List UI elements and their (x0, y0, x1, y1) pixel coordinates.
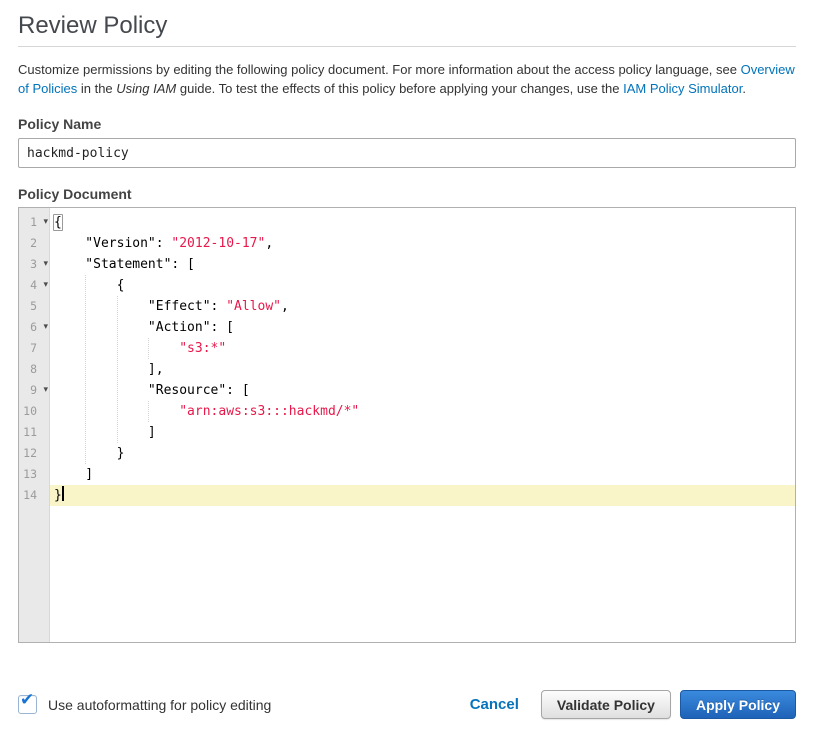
intro-text: Customize permissions by editing the fol… (18, 60, 796, 98)
line-number: 7 (19, 338, 49, 359)
code-line-12[interactable]: } (50, 443, 795, 464)
policy-name-label: Policy Name (18, 116, 796, 132)
code-token: "Version": (54, 236, 171, 251)
code-line-1[interactable]: { (50, 212, 795, 233)
code-token: } (54, 446, 124, 461)
code-line-13[interactable]: ] (50, 464, 795, 485)
fold-toggle-icon[interactable]: ▾ (43, 380, 48, 401)
line-number: 11 (19, 422, 49, 443)
code-token: , (265, 236, 273, 251)
fold-toggle-icon[interactable]: ▾ (43, 275, 48, 296)
code-line-7[interactable]: "s3:*" (50, 338, 795, 359)
line-number: 4▾ (19, 275, 49, 296)
apply-policy-button[interactable]: Apply Policy (680, 690, 796, 719)
line-number: 13 (19, 464, 49, 485)
line-number: 9▾ (19, 380, 49, 401)
code-line-2[interactable]: "Version": "2012-10-17", (50, 233, 795, 254)
code-token: "Statement": [ (54, 257, 195, 272)
code-line-6[interactable]: "Action": [ (50, 317, 795, 338)
line-number: 8 (19, 359, 49, 380)
line-number: 10 (19, 401, 49, 422)
code-line-14[interactable]: } (50, 485, 795, 506)
autoformat-label: Use autoformatting for policy editing (48, 697, 271, 713)
indent-guide (148, 401, 149, 422)
fold-toggle-icon[interactable]: ▾ (43, 254, 48, 275)
code-token: "Effect": (54, 299, 226, 314)
indent-guide (148, 338, 149, 359)
code-line-4[interactable]: { (50, 275, 795, 296)
footer-actions: Cancel Validate Policy Apply Policy (470, 690, 796, 719)
string-token: "arn:aws:s3:::hackmd/*" (179, 404, 359, 419)
code-token: { (53, 214, 63, 231)
intro-segment: in the (77, 81, 116, 96)
code-token: ], (54, 362, 164, 377)
code-token: ] (54, 425, 156, 440)
code-token: , (281, 299, 289, 314)
autoformat-checkbox[interactable]: ✔ (18, 695, 37, 714)
line-number: 14 (19, 485, 49, 506)
intro-segment: guide. To test the effects of this polic… (176, 81, 623, 96)
line-number: 12 (19, 443, 49, 464)
code-token: { (54, 278, 124, 293)
line-number: 6▾ (19, 317, 49, 338)
string-token: "2012-10-17" (171, 236, 265, 251)
iam-policy-simulator-link[interactable]: IAM Policy Simulator (623, 81, 742, 96)
code-token: } (54, 488, 62, 503)
line-number: 5 (19, 296, 49, 317)
page-title: Review Policy (18, 12, 796, 39)
review-policy-page: Review Policy Customize permissions by e… (0, 12, 814, 643)
code-line-8[interactable]: ], (50, 359, 795, 380)
policy-name-input[interactable] (18, 138, 796, 168)
indent-guide (85, 275, 86, 464)
footer-bar: ✔ Use autoformatting for policy editing … (18, 690, 796, 719)
editor-gutter: 1▾23▾4▾56▾789▾1011121314 (19, 208, 50, 642)
fold-toggle-icon[interactable]: ▾ (43, 212, 48, 233)
cancel-link[interactable]: Cancel (470, 696, 519, 713)
code-token: "Action": [ (54, 320, 234, 335)
using-iam-guide-name: Using IAM (116, 81, 176, 96)
editor-code[interactable]: { "Version": "2012-10-17", "Statement": … (50, 208, 795, 642)
code-token: "Resource": [ (54, 383, 250, 398)
line-number: 2 (19, 233, 49, 254)
line-number: 1▾ (19, 212, 49, 233)
indent-guide (117, 296, 118, 443)
policy-document-editor[interactable]: 1▾23▾4▾56▾789▾1011121314 { "Version": "2… (18, 207, 796, 643)
string-token: "Allow" (226, 299, 281, 314)
code-line-3[interactable]: "Statement": [ (50, 254, 795, 275)
line-number: 3▾ (19, 254, 49, 275)
code-line-9[interactable]: "Resource": [ (50, 380, 795, 401)
string-token: "s3:*" (179, 341, 226, 356)
code-line-5[interactable]: "Effect": "Allow", (50, 296, 795, 317)
code-line-11[interactable]: ] (50, 422, 795, 443)
text-cursor (62, 486, 64, 501)
code-line-10[interactable]: "arn:aws:s3:::hackmd/*" (50, 401, 795, 422)
fold-toggle-icon[interactable]: ▾ (43, 317, 48, 338)
intro-segment: . (742, 81, 746, 96)
title-divider (18, 46, 796, 47)
code-token: ] (54, 467, 93, 482)
intro-segment: Customize permissions by editing the fol… (18, 62, 741, 77)
validate-policy-button[interactable]: Validate Policy (541, 690, 671, 719)
checkmark-icon: ✔ (20, 690, 34, 710)
policy-document-label: Policy Document (18, 186, 796, 202)
